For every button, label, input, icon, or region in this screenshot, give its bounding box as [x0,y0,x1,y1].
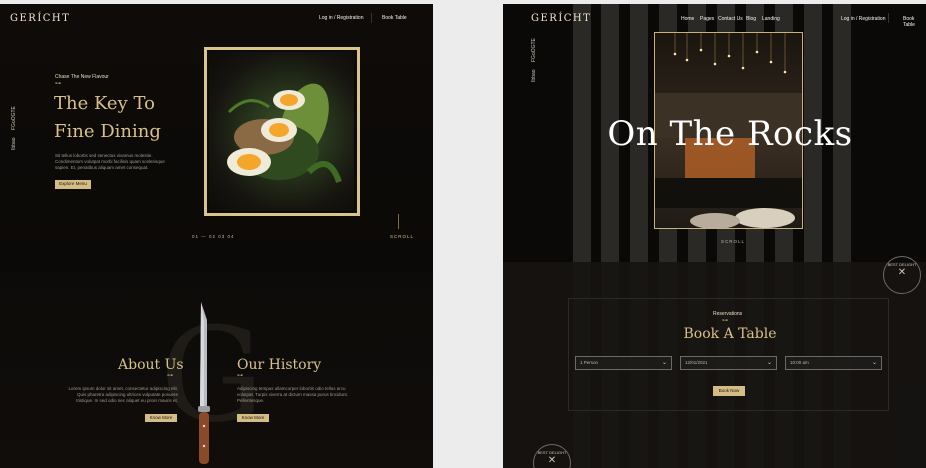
hero-title-line2: Fine Dining [54,121,161,142]
cutlery-icon: ✕ [547,455,557,466]
food-illustration [227,83,342,184]
hero-title-line1: The Key To [54,93,155,114]
nav-landing[interactable]: Landing [762,16,780,22]
social-link-1[interactable]: Ibbao [531,69,537,82]
scroll-label[interactable]: SCROLL [390,234,414,239]
reservation-spoon-icon: ⊶ [722,318,728,324]
social-link-2[interactable]: FGoOGTE [11,106,17,130]
slider-dots[interactable]: 01 — 02 03 04 [192,234,235,239]
hero-tagline: Chase The New Flavour [55,74,109,80]
chevron-down-icon: ⌄ [871,360,877,366]
scroll-line [398,214,399,229]
nav-divider [371,13,372,23]
logo[interactable]: GERÍCHT [531,13,591,24]
history-know-more-button[interactable]: Know More [237,414,269,422]
history-body: Adipiscing tempus ullamcorper lobortis o… [237,386,349,403]
landing-screenshot-right: GERÍCHT Home Pages Contact Us Blog Landi… [503,4,926,468]
nav-contact[interactable]: Contact Us [718,16,743,22]
cutlery-icon: ✕ [897,267,907,278]
book-table-link[interactable]: Book Table [903,16,926,28]
date-select-value: 12/01/2021 [685,360,708,365]
chevron-down-icon: ⌄ [661,360,667,366]
hero-title: On The Rocks [607,114,853,154]
chevron-down-icon: ⌄ [766,360,772,366]
book-table-link[interactable]: Book Table [382,15,407,21]
history-title: Our History [237,357,322,373]
guests-select[interactable]: 1 Person ⌄ [575,356,672,370]
hero-food-image [209,52,354,211]
nav-home[interactable]: Home [681,16,694,22]
login-link[interactable]: Log in / Registration [319,15,363,21]
knife-image [198,302,210,464]
scroll-label[interactable]: SCROLL [721,239,745,244]
guests-select-value: 1 Person [580,360,599,365]
date-select[interactable]: 12/01/2021 ⌄ [680,356,777,370]
about-know-more-button[interactable]: Know More [145,414,177,422]
history-spoon-icon: ⊶ [237,373,243,379]
landing-screenshot-left: GERÍCHT Log in / Registration Book Table… [0,4,433,468]
reservation-title: Book A Table [683,326,777,342]
nav-blog[interactable]: Blog [746,16,756,22]
time-select[interactable]: 10:00 am ⌄ [785,356,882,370]
spoon-icon: ⊶ [55,81,61,87]
about-title: About Us [118,357,184,373]
nav-pages[interactable]: Pages [700,16,714,22]
hero-body: Sit tellus lobortis sed senectus vivamus… [55,153,165,170]
best-delight-badge: BEST DELIGHT ✕ [883,256,921,294]
social-link-1[interactable]: Ibbao [11,137,17,150]
social-link-2[interactable]: FGoOGTE [531,38,537,62]
explore-menu-button[interactable]: Explore Menu [55,180,91,189]
about-spoon-icon: ⊶ [167,373,173,379]
logo[interactable]: GERÍCHT [10,13,70,24]
about-body: Lorem ipsum dolor sit amet, consectetur … [68,386,178,403]
nav-divider [888,13,889,23]
book-now-button[interactable]: Book Now [713,386,745,396]
time-select-value: 10:00 am [790,360,809,365]
login-link[interactable]: Log in / Registration [841,16,885,22]
